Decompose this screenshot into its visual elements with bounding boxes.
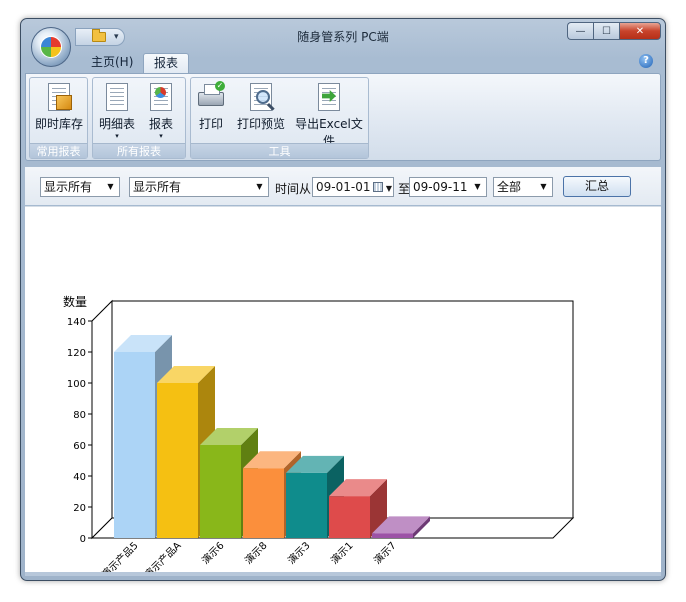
y-tick-label: 20 xyxy=(73,503,86,514)
x-tick-label: 演示3 xyxy=(285,539,313,567)
chart-area: 0 20 40 60 80 100 120 140 演示产品5 演示产品A 演示6 演示8 演示3 演示1… xyxy=(25,206,661,575)
x-tick-label: 演示6 xyxy=(199,539,227,567)
ribbon-group-tools: ✓ 打印 打印预览 导出Excel文件 工具 xyxy=(190,77,369,159)
minimize-button[interactable]: — xyxy=(567,22,593,40)
bar xyxy=(200,445,241,538)
bar-chart: 0 20 40 60 80 100 120 140 演示产品5 演示产品A 演示6 演示8 演示3 演示1… xyxy=(63,294,575,575)
print-preview-icon xyxy=(246,82,276,112)
filter-select-1[interactable]: 显示所有 ▼ xyxy=(40,177,120,197)
y-tick-label: 80 xyxy=(73,410,86,421)
ribbon-group-common-reports: 即时库存 常用报表 xyxy=(29,77,88,159)
chevron-down-icon: ▾ xyxy=(115,132,119,140)
date-to-value: 09-09-11 xyxy=(413,180,468,194)
y-axis-label: 数量 xyxy=(63,294,87,309)
date-to-picker[interactable]: 09-09-11 ▼ xyxy=(409,177,487,197)
x-tick-label: 演示7 xyxy=(371,539,399,567)
bar xyxy=(157,383,198,538)
group-label-common-reports: 常用报表 xyxy=(30,143,87,158)
close-button[interactable]: ✕ xyxy=(619,22,661,40)
inventory-icon xyxy=(44,82,74,112)
maximize-button[interactable]: ☐ xyxy=(593,22,619,40)
chevron-down-icon: ▼ xyxy=(256,182,263,191)
instant-inventory-button[interactable]: 即时库存 xyxy=(33,82,85,132)
chevron-down-icon: ▼ xyxy=(385,184,392,193)
y-tick-label: 60 xyxy=(73,441,86,452)
printer-icon: ✓ xyxy=(196,81,226,112)
summary-button[interactable]: 汇总 xyxy=(563,176,631,197)
bar xyxy=(114,352,155,538)
y-tick-label: 120 xyxy=(67,348,86,359)
chevron-down-icon: ▼ xyxy=(107,182,114,191)
window-controls: — ☐ ✕ xyxy=(567,22,661,40)
chart-side-wall xyxy=(91,299,113,540)
filter-toolbar: 显示所有 ▼ 显示所有 ▼ 时间从 09-01-01 ▼ 至 09-09-11 … xyxy=(25,167,661,205)
detail-report-icon xyxy=(102,82,132,112)
ribbon-group-all-reports: 明细表 ▾ 报表 ▾ 所有报表 xyxy=(92,77,186,159)
bar xyxy=(372,533,413,538)
x-tick-label: 演示产品A xyxy=(141,539,183,575)
y-tick-label: 40 xyxy=(73,472,86,483)
report-icon xyxy=(146,82,176,112)
bar xyxy=(329,496,370,538)
group-label-all-reports: 所有报表 xyxy=(93,143,185,158)
print-label: 打印 xyxy=(198,117,223,131)
y-tick-label: 0 xyxy=(80,534,86,545)
scope-select[interactable]: 全部 ▼ xyxy=(493,177,553,197)
ribbon-tabs: 主页(H) 报表 ? xyxy=(21,51,665,73)
report-button[interactable]: 报表 ▾ xyxy=(141,82,181,140)
bar xyxy=(286,472,327,538)
app-logo-icon xyxy=(40,36,62,58)
application-menu-button[interactable] xyxy=(31,27,71,67)
x-tick-label: 演示产品5 xyxy=(99,539,141,575)
date-from-picker[interactable]: 09-01-01 ▼ xyxy=(312,177,394,197)
x-tick-label: 演示1 xyxy=(328,539,356,567)
filter-select-2[interactable]: 显示所有 ▼ xyxy=(129,177,269,197)
scope-select-value: 全部 xyxy=(497,180,522,194)
report-label: 报表 xyxy=(148,117,173,131)
time-from-label: 时间从 xyxy=(275,182,312,196)
title-bar: ▾ 随身管系列 PC端 — ☐ ✕ xyxy=(21,19,665,67)
tab-report[interactable]: 报表 xyxy=(143,53,190,73)
export-excel-button[interactable]: 导出Excel文件 xyxy=(290,82,368,149)
export-excel-icon xyxy=(314,82,344,112)
print-button[interactable]: ✓ 打印 xyxy=(193,81,229,132)
chevron-down-icon: ▾ xyxy=(159,132,163,140)
x-tick-label: 演示8 xyxy=(242,539,270,567)
y-tick-label: 100 xyxy=(67,379,86,390)
instant-inventory-label: 即时库存 xyxy=(34,117,83,131)
print-preview-label: 打印预览 xyxy=(236,117,285,131)
group-label-tools: 工具 xyxy=(191,143,368,158)
calendar-icon[interactable] xyxy=(373,182,383,192)
filter-select-2-value: 显示所有 xyxy=(133,180,182,194)
chevron-down-icon: ▼ xyxy=(474,182,481,191)
print-preview-button[interactable]: 打印预览 xyxy=(233,82,289,132)
ribbon-panel: 即时库存 常用报表 明细表 ▾ 报表 ▾ 所有报表 ✓ 打印 打印预览 导出Ex… xyxy=(25,73,661,161)
help-icon[interactable]: ? xyxy=(639,54,653,68)
detail-report-label: 明细表 xyxy=(98,117,135,131)
chevron-down-icon: ▼ xyxy=(540,182,547,191)
app-window: ▾ 随身管系列 PC端 — ☐ ✕ 主页(H) 报表 ? 即时库存 常用报表 明… xyxy=(20,18,666,581)
detail-report-button[interactable]: 明细表 ▾ xyxy=(96,82,138,140)
date-from-value: 09-01-01 xyxy=(316,180,371,194)
tab-home[interactable]: 主页(H) xyxy=(81,53,143,73)
bar xyxy=(243,468,284,538)
filter-select-1-value: 显示所有 xyxy=(44,180,93,194)
status-bar xyxy=(25,572,661,576)
y-tick-label: 140 xyxy=(67,317,86,328)
